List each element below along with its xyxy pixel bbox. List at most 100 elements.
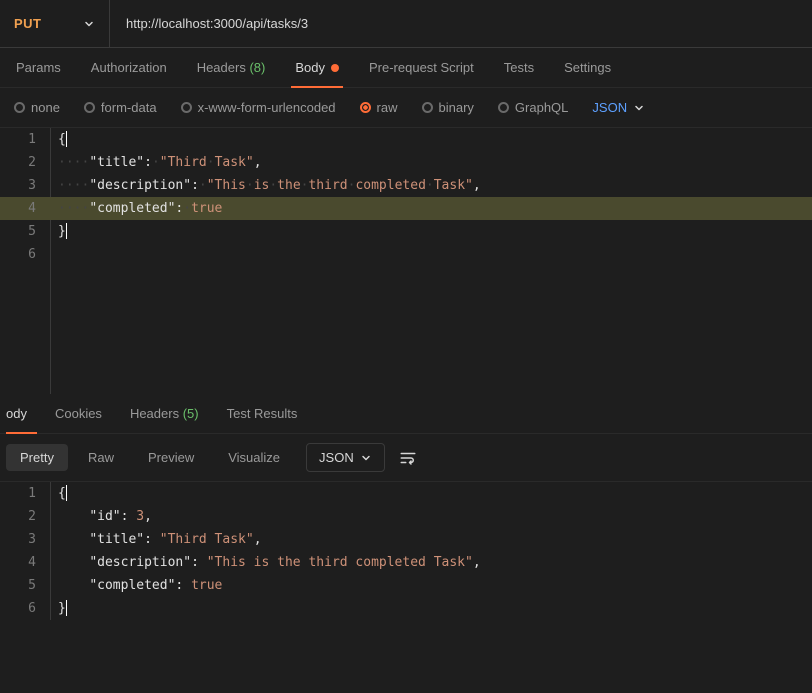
view-label: Pretty (20, 450, 54, 465)
view-label: Raw (88, 450, 114, 465)
view-label: Visualize (228, 450, 280, 465)
code-content: { (50, 129, 67, 151)
url-text: http://localhost:3000/api/tasks/3 (126, 16, 308, 31)
radio-icon (84, 102, 95, 113)
tab-response-body[interactable]: ody (6, 394, 37, 433)
radio-label: raw (377, 100, 398, 115)
line-number: 2 (0, 152, 50, 174)
code-line[interactable]: 2 "id": 3, (0, 505, 812, 528)
tab-label: Params (16, 60, 61, 75)
response-lang-label: JSON (319, 450, 354, 465)
code-line[interactable]: 1{ (0, 128, 812, 151)
view-label: Preview (148, 450, 194, 465)
code-content: } (50, 598, 67, 620)
view-visualize[interactable]: Visualize (214, 444, 294, 471)
code-line[interactable]: 5} (0, 220, 812, 243)
line-number: 5 (0, 575, 50, 597)
tab-label: Settings (564, 60, 611, 75)
line-number: 4 (0, 552, 50, 574)
radio-icon (498, 102, 509, 113)
code-line[interactable]: 6 (0, 243, 812, 266)
radio-label: binary (439, 100, 474, 115)
code-line[interactable]: 1{ (0, 482, 812, 505)
tab-label: Headers (197, 60, 246, 75)
response-tabs: ody Cookies Headers (5) Test Results (0, 394, 812, 434)
wrap-lines-button[interactable] (391, 443, 425, 473)
tab-headers[interactable]: Headers (8) (187, 48, 276, 87)
radio-icon (181, 102, 192, 113)
body-type-graphql[interactable]: GraphQL (490, 100, 576, 115)
http-method-dropdown[interactable]: PUT (0, 0, 110, 47)
code-line[interactable]: 3····"description":·"This·is·the·third·c… (0, 174, 812, 197)
tab-label: Test Results (227, 406, 298, 421)
code-content: "title": "Third Task", (50, 529, 262, 551)
line-number: 6 (0, 598, 50, 620)
tab-test-results[interactable]: Test Results (217, 394, 308, 433)
radio-label: x-www-form-urlencoded (198, 100, 336, 115)
body-type-raw[interactable]: raw (352, 100, 406, 115)
view-raw[interactable]: Raw (74, 444, 128, 471)
tab-tests[interactable]: Tests (494, 48, 544, 87)
code-content: } (50, 221, 67, 243)
body-type-none[interactable]: none (6, 100, 68, 115)
response-headers-count: (5) (183, 406, 199, 421)
request-body-editor[interactable]: 1{2····"title":·"Third·Task",3····"descr… (0, 128, 812, 394)
tab-response-headers[interactable]: Headers (5) (120, 394, 209, 433)
response-toolbar: Pretty Raw Preview Visualize JSON (0, 434, 812, 482)
code-line[interactable]: 4 "description": "This is the third comp… (0, 551, 812, 574)
request-tabs: Params Authorization Headers (8) Body Pr… (0, 48, 812, 88)
view-preview[interactable]: Preview (134, 444, 208, 471)
tab-label: Headers (130, 406, 179, 421)
line-number: 3 (0, 175, 50, 197)
body-type-binary[interactable]: binary (414, 100, 482, 115)
dot-icon (331, 64, 339, 72)
tab-settings[interactable]: Settings (554, 48, 621, 87)
tab-label: Body (295, 60, 325, 75)
code-line[interactable]: 2····"title":·"Third·Task", (0, 151, 812, 174)
tab-label: Authorization (91, 60, 167, 75)
tab-params[interactable]: Params (6, 48, 71, 87)
code-content: ····"completed":·true (50, 198, 222, 220)
body-type-formdata[interactable]: form-data (76, 100, 165, 115)
line-number: 1 (0, 129, 50, 151)
body-lang-label: JSON (592, 100, 627, 115)
radio-icon (422, 102, 433, 113)
code-line[interactable]: 4····"completed":·true (0, 197, 812, 220)
tab-label: Tests (504, 60, 534, 75)
tab-label: Cookies (55, 406, 102, 421)
headers-count: (8) (249, 60, 265, 75)
radio-icon (360, 102, 371, 113)
tab-prerequest[interactable]: Pre-request Script (359, 48, 484, 87)
radio-icon (14, 102, 25, 113)
http-method-label: PUT (14, 16, 42, 31)
code-content: { (50, 483, 67, 505)
body-type-row: none form-data x-www-form-urlencoded raw… (0, 88, 812, 128)
tab-body[interactable]: Body (285, 48, 349, 87)
line-number: 1 (0, 483, 50, 505)
chevron-down-icon (360, 452, 372, 464)
radio-label: form-data (101, 100, 157, 115)
code-content: "id": 3, (50, 506, 152, 528)
view-pretty[interactable]: Pretty (6, 444, 68, 471)
tab-response-cookies[interactable]: Cookies (45, 394, 112, 433)
code-content: "completed": true (50, 575, 222, 597)
response-lang-dropdown[interactable]: JSON (306, 443, 385, 472)
code-line[interactable]: 6} (0, 597, 812, 620)
line-number: 2 (0, 506, 50, 528)
url-input[interactable]: http://localhost:3000/api/tasks/3 (110, 0, 812, 47)
body-type-urlencoded[interactable]: x-www-form-urlencoded (173, 100, 344, 115)
body-lang-dropdown[interactable]: JSON (584, 100, 653, 115)
tab-authorization[interactable]: Authorization (81, 48, 177, 87)
code-line[interactable]: 5 "completed": true (0, 574, 812, 597)
code-content: ····"title":·"Third·Task", (50, 152, 262, 174)
chevron-down-icon (83, 18, 95, 30)
response-body-editor[interactable]: 1{2 "id": 3,3 "title": "Third Task",4 "d… (0, 482, 812, 620)
code-line[interactable]: 3 "title": "Third Task", (0, 528, 812, 551)
radio-label: none (31, 100, 60, 115)
line-number: 3 (0, 529, 50, 551)
line-number: 6 (0, 244, 50, 266)
line-number: 4 (0, 198, 50, 220)
line-number: 5 (0, 221, 50, 243)
tab-label: Pre-request Script (369, 60, 474, 75)
url-bar: PUT http://localhost:3000/api/tasks/3 (0, 0, 812, 48)
